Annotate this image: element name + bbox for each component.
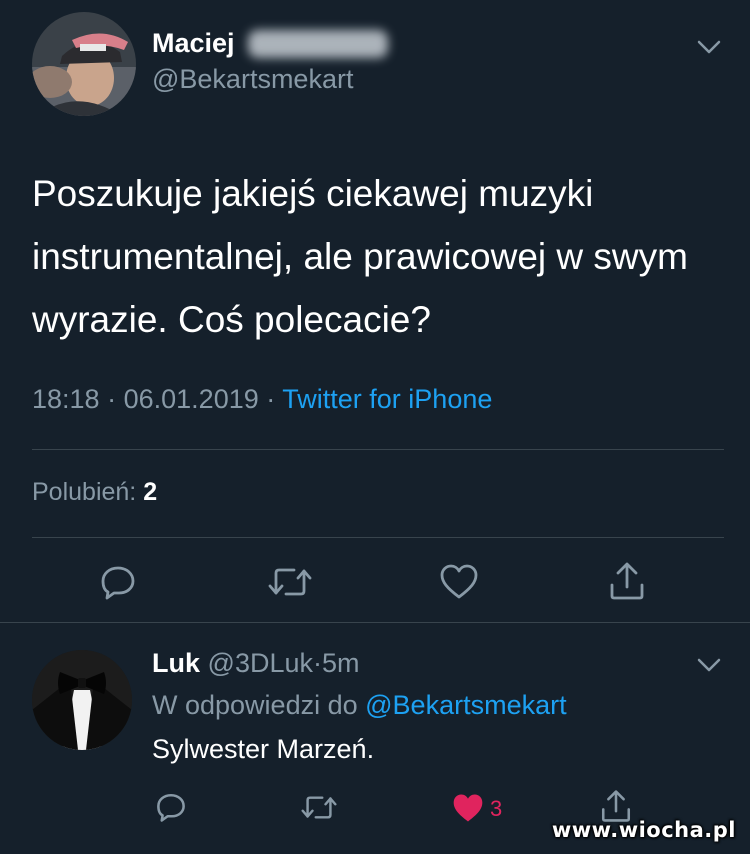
chevron-down-icon[interactable] <box>694 32 724 62</box>
user-handle[interactable]: @Bekartsmekart <box>152 64 353 95</box>
main-tweet: Maciej @Bekartsmekart Poszukuje jakiejś … <box>0 0 750 622</box>
reply-context: W odpowiedzi do @Bekartsmekart <box>152 690 567 721</box>
retweet-button[interactable] <box>268 562 312 602</box>
reply-like-button[interactable] <box>450 792 486 824</box>
reply-avatar[interactable] <box>32 650 132 750</box>
retweet-icon <box>268 568 312 596</box>
reply-display-name[interactable]: Luk <box>152 648 200 678</box>
site-watermark: www.wiocha.pl <box>551 818 736 842</box>
reply-to-mention-link[interactable]: @Bekartsmekart <box>365 690 566 720</box>
reply-icon <box>101 566 135 600</box>
reply-icon <box>157 793 185 822</box>
like-icon-filled <box>453 794 483 822</box>
tweet-source-link[interactable]: Twitter for iPhone <box>282 384 492 414</box>
share-icon <box>610 562 644 600</box>
divider <box>32 537 724 538</box>
reply-header: Luk @3DLuk·5m <box>152 648 360 679</box>
reply-reply-button[interactable] <box>154 790 188 824</box>
chevron-down-icon[interactable] <box>694 650 724 680</box>
avatar-image <box>32 12 136 116</box>
reply-button[interactable] <box>98 562 138 602</box>
retweet-icon <box>301 795 337 819</box>
reply-user-handle[interactable]: @3DLuk <box>208 648 313 678</box>
tweet-text: Poszukuje jakiejś ciekawej muzyki instru… <box>32 173 688 340</box>
user-avatar[interactable] <box>32 12 136 116</box>
meta-separator: · <box>266 384 276 414</box>
reply-to-label: W odpowiedzi do <box>152 690 358 720</box>
like-button[interactable] <box>438 562 480 602</box>
tweet-date: 06.01.2019 <box>123 384 259 414</box>
display-name[interactable]: Maciej <box>152 28 235 59</box>
like-icon <box>440 564 478 599</box>
share-button[interactable] <box>606 560 648 602</box>
reply-like-count: 3 <box>490 796 503 821</box>
reply-retweet-button[interactable] <box>300 790 338 824</box>
divider <box>32 449 724 450</box>
likes-count: 2 <box>143 478 158 506</box>
meta-separator: · <box>313 648 322 678</box>
bowtie-avatar-image <box>32 650 132 750</box>
meta-separator: · <box>107 384 117 414</box>
reply-text: Sylwester Marzeń. <box>152 734 375 764</box>
tweet-time: 18:18 <box>32 384 100 414</box>
reply-time: 5m <box>322 648 360 678</box>
likes-label: Polubień: <box>32 478 137 506</box>
likes-summary[interactable]: Polubień: 2 <box>32 478 157 507</box>
tweet-meta: 18:18 · 06.01.2019 · Twitter for iPhone <box>32 384 492 415</box>
blurred-surname <box>248 30 388 58</box>
